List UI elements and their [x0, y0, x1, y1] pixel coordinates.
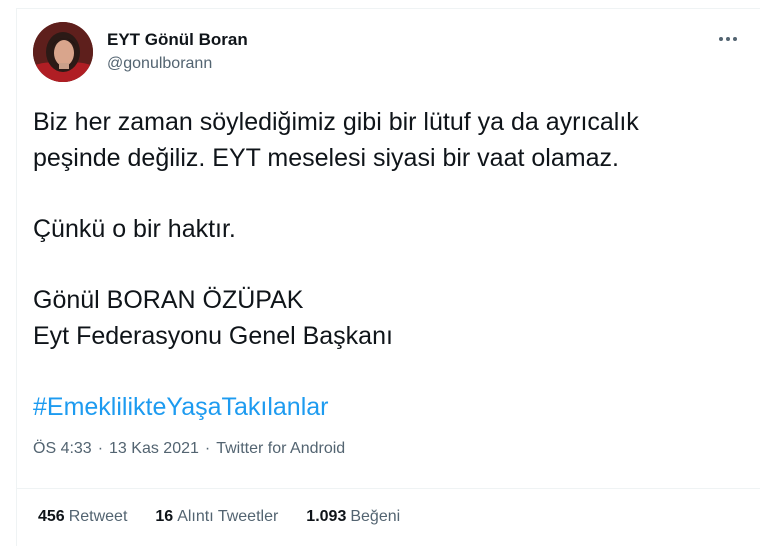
tweet-meta: ÖS 4:33 · 13 Kas 2021 · Twitter for Android — [33, 440, 345, 458]
likes-stat[interactable]: 1.093 Beğeni — [306, 508, 400, 526]
hashtag-link[interactable]: #EmeklilikteYaşaTakılanlar — [33, 389, 743, 425]
author-display-name[interactable]: EYT Gönül Boran — [107, 30, 248, 50]
avatar[interactable] — [33, 22, 93, 82]
likes-count: 1.093 — [306, 508, 347, 525]
more-options-button[interactable] — [711, 26, 745, 52]
meta-separator: · — [97, 440, 104, 457]
more-horizontal-icon — [719, 37, 737, 41]
quote-tweets-stat[interactable]: 16 Alıntı Tweetler — [155, 508, 278, 526]
tweet-text-line: Çünkü o bir haktır. — [33, 215, 236, 243]
tweet-text-line: Biz her zaman söylediğimiz gibi bir lütu… — [33, 108, 639, 136]
tweet-text-line: Eyt Federasyonu Genel Başkanı — [33, 322, 393, 350]
retweets-count: 456 — [38, 508, 65, 525]
divider — [16, 488, 760, 489]
likes-label: Beğeni — [350, 508, 401, 525]
avatar-image — [33, 22, 93, 82]
tweet-text-line: Gönül BORAN ÖZÜPAK — [33, 286, 304, 314]
tweet-time-link[interactable]: ÖS 4:33 — [33, 440, 92, 457]
tweet-text: Biz her zaman söylediğimiz gibi bir lütu… — [33, 104, 743, 425]
tweet-stats: 456 Retweet 16 Alıntı Tweetler 1.093 Beğeni — [38, 508, 400, 526]
meta-separator: · — [204, 440, 211, 457]
retweets-stat[interactable]: 456 Retweet — [38, 508, 127, 526]
quotes-label: Alıntı Tweetler — [177, 508, 279, 525]
tweet-date-link[interactable]: 13 Kas 2021 — [109, 440, 199, 457]
tweet-text-line: peşinde değiliz. EYT meselesi siyasi bir… — [33, 144, 619, 172]
retweets-label: Retweet — [68, 508, 128, 525]
tweet-source-link[interactable]: Twitter for Android — [216, 440, 345, 457]
quotes-count: 16 — [155, 508, 174, 525]
author-handle[interactable]: @gonulborann — [107, 55, 212, 73]
